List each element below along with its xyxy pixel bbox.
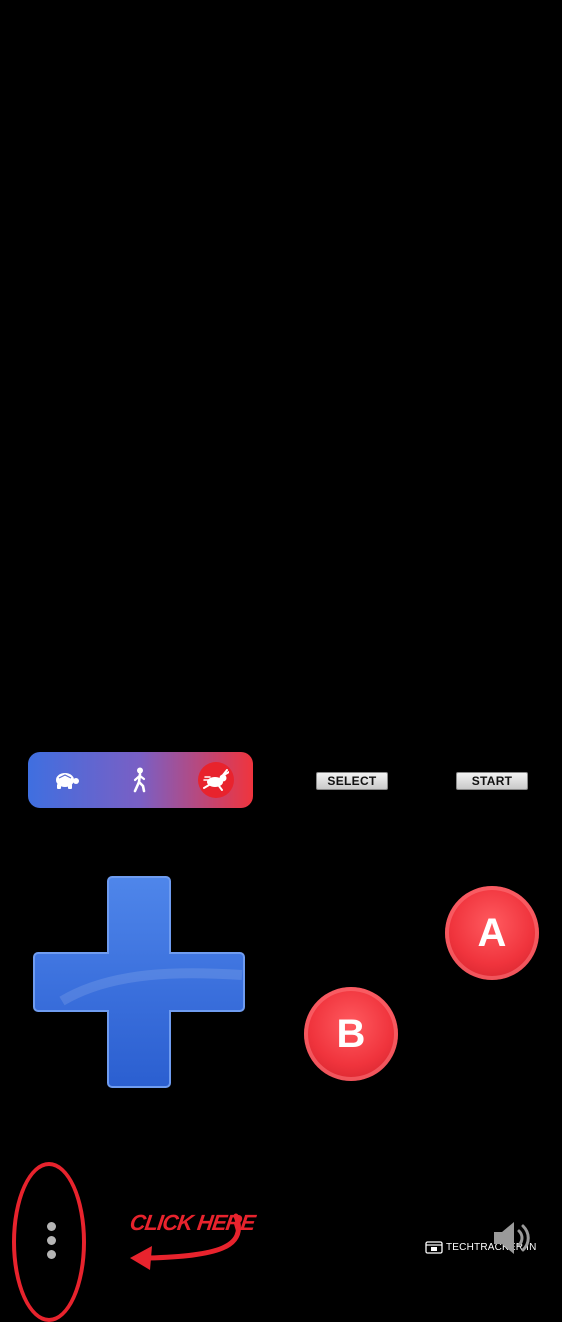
arrow-left-icon [130, 1213, 241, 1270]
dpad-left[interactable] [36, 955, 110, 1009]
menu-button[interactable] [38, 1214, 64, 1264]
browser-window-icon [425, 1240, 443, 1254]
dpad-right[interactable] [168, 955, 242, 1009]
a-button[interactable]: A [445, 886, 539, 980]
walking-person-icon [133, 767, 146, 793]
dpad-down[interactable] [110, 1011, 168, 1085]
speed-normal-button[interactable] [122, 762, 158, 798]
dpad[interactable] [32, 875, 246, 1089]
running-rabbit-icon [203, 769, 229, 791]
speaker-icon[interactable] [490, 1218, 532, 1258]
click-here-callout: CLICK HERE [126, 1208, 256, 1272]
turtle-icon [56, 773, 79, 789]
start-button[interactable]: START [456, 772, 528, 790]
speed-fast-button[interactable] [198, 762, 234, 798]
game-screen [0, 0, 562, 740]
select-button[interactable]: SELECT [316, 772, 388, 790]
speed-slow-button[interactable] [48, 762, 84, 798]
dpad-up[interactable] [110, 879, 168, 953]
b-button[interactable]: B [304, 987, 398, 1081]
speed-selector [28, 752, 253, 808]
